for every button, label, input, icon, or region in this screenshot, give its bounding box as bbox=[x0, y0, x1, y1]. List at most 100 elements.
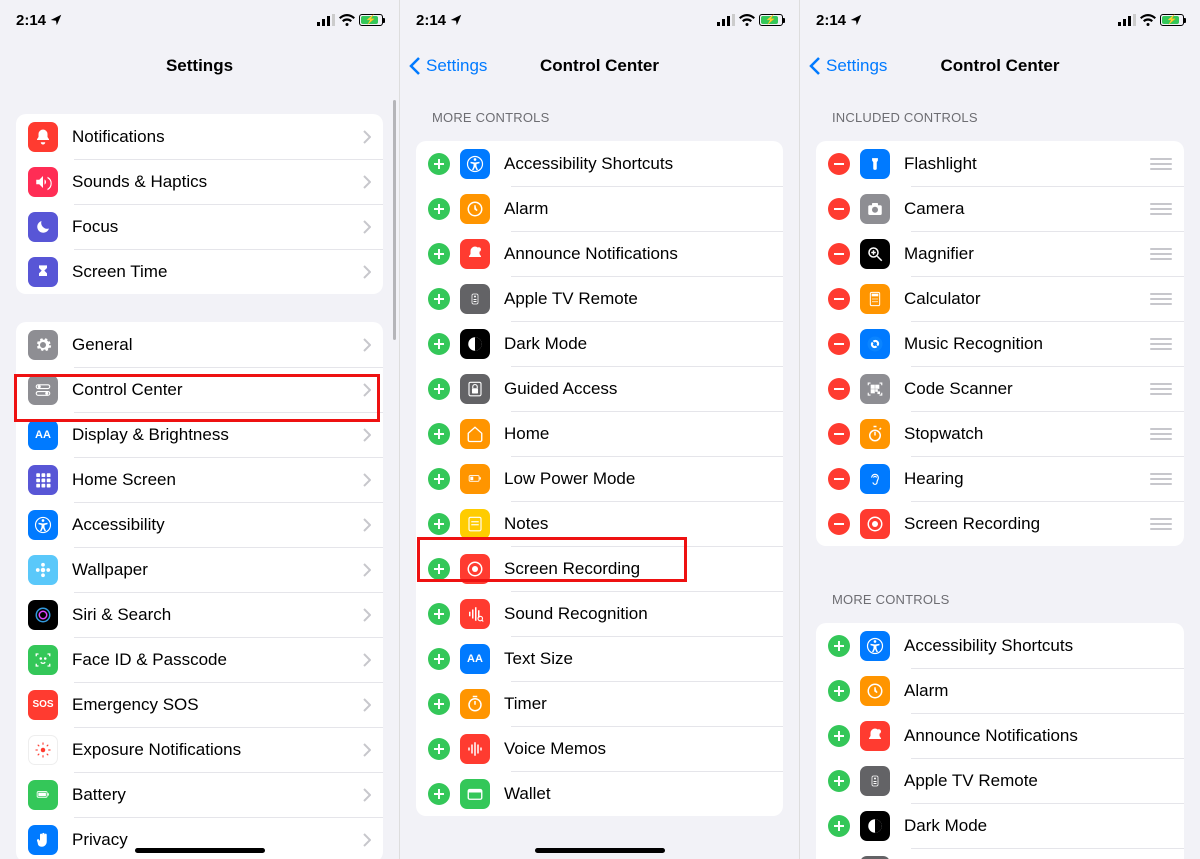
status-bar: 2:14 ⚡ bbox=[400, 0, 799, 40]
darkmode-icon bbox=[460, 329, 490, 359]
control-label: Magnifier bbox=[904, 244, 1142, 264]
add-button[interactable] bbox=[828, 635, 850, 657]
control-row: Hearing bbox=[816, 456, 1184, 501]
remove-button[interactable] bbox=[828, 423, 850, 445]
drag-handle-icon[interactable] bbox=[1150, 518, 1172, 530]
bell-icon bbox=[28, 122, 58, 152]
cellular-icon bbox=[317, 14, 335, 26]
control-row: Stopwatch bbox=[816, 411, 1184, 456]
remove-button[interactable] bbox=[828, 378, 850, 400]
remove-button[interactable] bbox=[828, 153, 850, 175]
battery-icon: ⚡ bbox=[359, 14, 383, 26]
accessibility-icon bbox=[460, 149, 490, 179]
row-emergency-sos[interactable]: SOS Emergency SOS bbox=[16, 682, 383, 727]
add-button[interactable] bbox=[828, 680, 850, 702]
aa-icon: AA bbox=[460, 644, 490, 674]
drag-handle-icon[interactable] bbox=[1150, 473, 1172, 485]
control-label: Alarm bbox=[904, 681, 1172, 701]
control-row: Screen Recording bbox=[816, 501, 1184, 546]
add-button[interactable] bbox=[428, 648, 450, 670]
row-faceid-passcode[interactable]: Face ID & Passcode bbox=[16, 637, 383, 682]
add-button[interactable] bbox=[428, 288, 450, 310]
add-button[interactable] bbox=[428, 558, 450, 580]
row-screen-time[interactable]: Screen Time bbox=[16, 249, 383, 294]
row-exposure-notifications[interactable]: Exposure Notifications bbox=[16, 727, 383, 772]
control-label: Screen Recording bbox=[504, 559, 771, 579]
drag-handle-icon[interactable] bbox=[1150, 158, 1172, 170]
add-button[interactable] bbox=[428, 198, 450, 220]
remove-button[interactable] bbox=[828, 513, 850, 535]
remove-button[interactable] bbox=[828, 468, 850, 490]
row-display-brightness[interactable]: AA Display & Brightness bbox=[16, 412, 383, 457]
exposure-icon bbox=[28, 735, 58, 765]
control-row: Accessibility Shortcuts bbox=[416, 141, 783, 186]
row-battery[interactable]: Battery bbox=[16, 772, 383, 817]
add-button[interactable] bbox=[428, 378, 450, 400]
add-button[interactable] bbox=[428, 333, 450, 355]
section-header-more: MORE CONTROLS bbox=[800, 574, 1200, 613]
row-general[interactable]: General bbox=[16, 322, 383, 367]
battery-low-icon bbox=[460, 464, 490, 494]
drag-handle-icon[interactable] bbox=[1150, 203, 1172, 215]
home-indicator[interactable] bbox=[535, 848, 665, 853]
scrollbar[interactable] bbox=[393, 100, 396, 340]
remove-button[interactable] bbox=[828, 333, 850, 355]
chevron-left-icon bbox=[808, 56, 822, 76]
add-button[interactable] bbox=[428, 783, 450, 805]
control-row: Music Recognition bbox=[816, 321, 1184, 366]
drag-handle-icon[interactable] bbox=[1150, 338, 1172, 350]
add-button[interactable] bbox=[428, 513, 450, 535]
control-label: Hearing bbox=[904, 469, 1142, 489]
remove-button[interactable] bbox=[828, 288, 850, 310]
chevron-right-icon bbox=[363, 653, 371, 667]
row-control-center[interactable]: Control Center bbox=[16, 367, 383, 412]
camera-icon bbox=[860, 194, 890, 224]
remove-button[interactable] bbox=[828, 243, 850, 265]
control-label: Alarm bbox=[504, 199, 771, 219]
control-row: Screen Recording bbox=[416, 546, 783, 591]
remove-button[interactable] bbox=[828, 198, 850, 220]
drag-handle-icon[interactable] bbox=[1150, 428, 1172, 440]
shazam-icon bbox=[860, 329, 890, 359]
control-row: Code Scanner bbox=[816, 366, 1184, 411]
row-wallpaper[interactable]: Wallpaper bbox=[16, 547, 383, 592]
row-accessibility[interactable]: Accessibility bbox=[16, 502, 383, 547]
status-bar: 2:14 ⚡ bbox=[800, 0, 1200, 40]
control-label: Timer bbox=[504, 694, 771, 714]
control-label: Accessibility Shortcuts bbox=[904, 636, 1172, 656]
add-button[interactable] bbox=[428, 693, 450, 715]
add-button[interactable] bbox=[428, 603, 450, 625]
row-home-screen[interactable]: Home Screen bbox=[16, 457, 383, 502]
clock-icon bbox=[860, 676, 890, 706]
control-row: AAText Size bbox=[416, 636, 783, 681]
add-button[interactable] bbox=[428, 243, 450, 265]
add-button[interactable] bbox=[428, 153, 450, 175]
add-button[interactable] bbox=[828, 725, 850, 747]
row-focus[interactable]: Focus bbox=[16, 204, 383, 249]
back-button[interactable]: Settings bbox=[808, 56, 887, 76]
control-label: Code Scanner bbox=[904, 379, 1142, 399]
row-sounds-haptics[interactable]: Sounds & Haptics bbox=[16, 159, 383, 204]
add-button[interactable] bbox=[428, 423, 450, 445]
included-controls-group: FlashlightCameraMagnifierCalculatorMusic… bbox=[816, 141, 1184, 546]
drag-handle-icon[interactable] bbox=[1150, 293, 1172, 305]
add-button[interactable] bbox=[428, 468, 450, 490]
record-icon bbox=[860, 509, 890, 539]
home-indicator[interactable] bbox=[135, 848, 265, 853]
control-label: Flashlight bbox=[904, 154, 1142, 174]
lock-icon bbox=[860, 856, 890, 859]
moon-icon bbox=[28, 212, 58, 242]
settings-group-1: General Control Center AA Display & Brig… bbox=[16, 322, 383, 859]
add-button[interactable] bbox=[428, 738, 450, 760]
chevron-right-icon bbox=[363, 428, 371, 442]
row-siri-search[interactable]: Siri & Search bbox=[16, 592, 383, 637]
drag-handle-icon[interactable] bbox=[1150, 248, 1172, 260]
row-notifications[interactable]: Notifications bbox=[16, 114, 383, 159]
drag-handle-icon[interactable] bbox=[1150, 383, 1172, 395]
bell-badge-icon bbox=[460, 239, 490, 269]
chevron-right-icon bbox=[363, 518, 371, 532]
add-button[interactable] bbox=[828, 770, 850, 792]
control-label: Dark Mode bbox=[904, 816, 1172, 836]
back-button[interactable]: Settings bbox=[408, 56, 487, 76]
add-button[interactable] bbox=[828, 815, 850, 837]
